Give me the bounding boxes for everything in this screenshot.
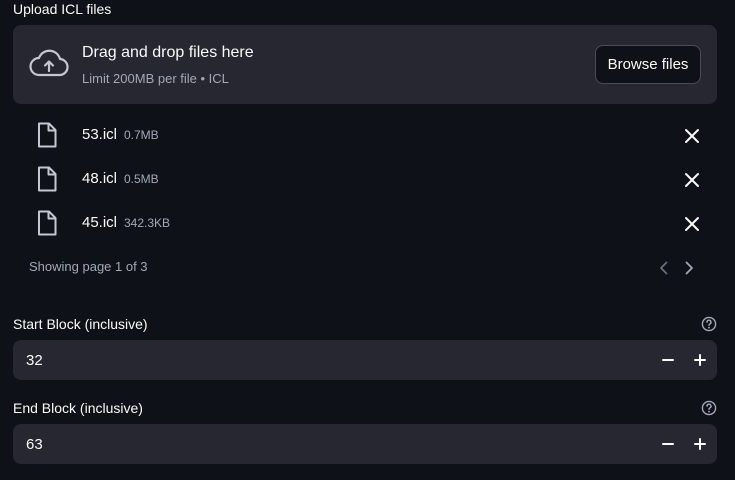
chevron-left-icon[interactable] xyxy=(656,259,672,277)
minus-icon[interactable] xyxy=(658,350,678,370)
file-size: 342.3KB xyxy=(124,216,171,230)
close-icon[interactable] xyxy=(681,169,703,191)
help-icon[interactable] xyxy=(701,400,717,416)
file-size: 0.5MB xyxy=(124,172,159,186)
dropzone-title: Drag and drop files here xyxy=(82,44,254,61)
file-name: 53.icl xyxy=(82,126,118,143)
start-block-input[interactable] xyxy=(13,340,643,380)
plus-icon[interactable] xyxy=(690,350,710,370)
file-row: 48.icl 0.5MB xyxy=(13,163,717,199)
file-row: 53.icl 0.7MB xyxy=(13,119,717,155)
file-icon xyxy=(38,210,57,236)
file-dropzone[interactable]: Drag and drop files here Limit 200MB per… xyxy=(13,25,717,104)
plus-icon[interactable] xyxy=(690,434,710,454)
dropzone-limit: Limit 200MB per file • ICL xyxy=(82,71,229,86)
file-size: 0.7MB xyxy=(124,128,159,142)
start-block-stepper xyxy=(13,340,717,380)
start-block-label: Start Block (inclusive) xyxy=(13,316,148,332)
file-icon xyxy=(38,166,57,192)
file-icon xyxy=(38,122,57,148)
pagination-status: Showing page 1 of 3 xyxy=(29,259,148,274)
uploader-label: Upload ICL files xyxy=(13,1,112,17)
browse-files-button[interactable]: Browse files xyxy=(595,45,701,84)
file-name: 45.icl xyxy=(82,214,118,231)
file-name: 48.icl xyxy=(82,170,118,187)
close-icon[interactable] xyxy=(681,125,703,147)
chevron-right-icon[interactable] xyxy=(681,259,697,277)
end-block-stepper xyxy=(13,424,717,464)
end-block-label: End Block (inclusive) xyxy=(13,400,143,416)
cloud-upload-icon xyxy=(29,49,69,77)
file-row: 45.icl 342.3KB xyxy=(13,207,717,243)
close-icon[interactable] xyxy=(681,213,703,235)
minus-icon[interactable] xyxy=(658,434,678,454)
help-icon[interactable] xyxy=(701,316,717,332)
end-block-input[interactable] xyxy=(13,424,643,464)
